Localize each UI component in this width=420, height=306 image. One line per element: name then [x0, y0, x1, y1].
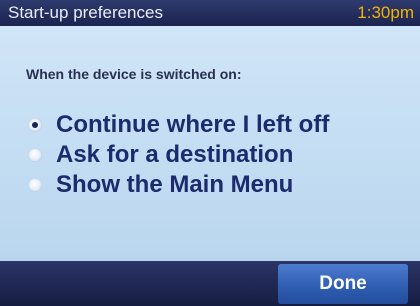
option-label: Ask for a destination — [56, 141, 294, 168]
option-label: Continue where I left off — [56, 111, 330, 138]
option-show-main-menu[interactable]: Show the Main Menu — [28, 171, 294, 198]
option-continue-where-left-off[interactable]: Continue where I left off — [28, 111, 330, 138]
option-label: Show the Main Menu — [56, 171, 294, 198]
screen-title: Start-up preferences — [8, 3, 163, 22]
radio-unselected-icon[interactable] — [28, 178, 42, 192]
clock: 1:30pm — [357, 3, 414, 22]
radio-selected-icon[interactable] — [28, 118, 42, 132]
title-bar: Start-up preferences 1:30pm — [0, 0, 420, 26]
done-button[interactable]: Done — [278, 264, 408, 304]
radio-unselected-icon[interactable] — [28, 148, 42, 162]
prompt-text: When the device is switched on: — [26, 66, 242, 82]
startup-preferences-screen: Start-up preferences 1:30pm When the dev… — [0, 0, 420, 306]
option-ask-for-destination[interactable]: Ask for a destination — [28, 141, 294, 168]
